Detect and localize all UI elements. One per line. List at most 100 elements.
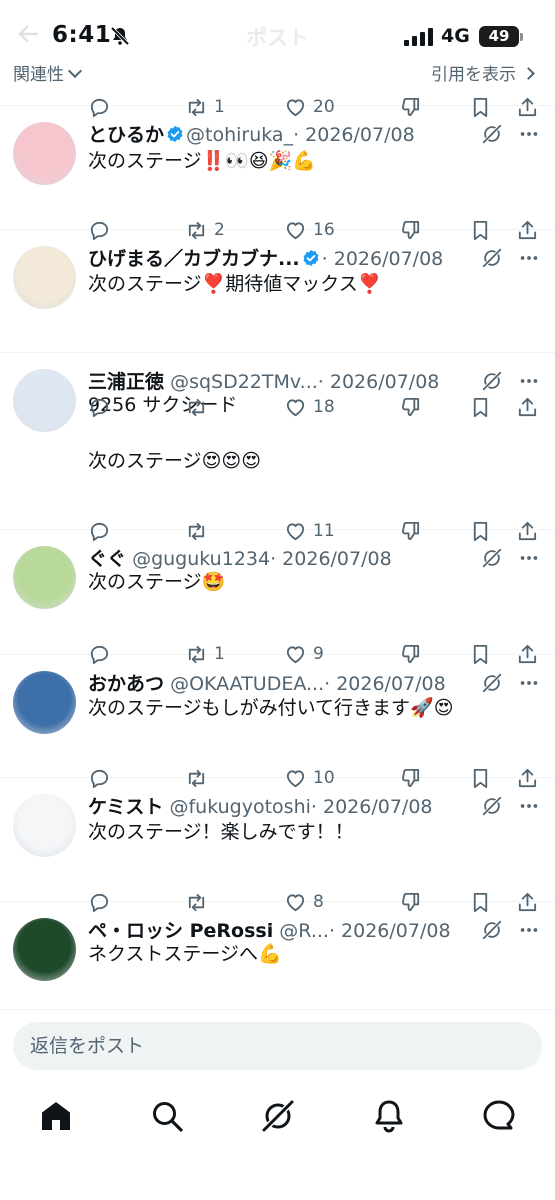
repost-button[interactable] xyxy=(185,887,208,917)
author-name[interactable]: とひるか xyxy=(88,124,164,146)
repost-button[interactable] xyxy=(185,763,208,793)
dislike-button[interactable] xyxy=(399,92,422,122)
like-button[interactable]: 20 xyxy=(284,92,335,122)
dislike-button[interactable] xyxy=(399,763,422,793)
avatar[interactable] xyxy=(13,369,76,432)
grok-icon[interactable] xyxy=(481,795,503,817)
author-name[interactable]: おかあつ xyxy=(88,673,164,695)
like-button[interactable]: 16 xyxy=(284,215,335,245)
author-handle[interactable]: @sqSD22TMv... xyxy=(170,371,318,393)
avatar[interactable] xyxy=(13,246,76,309)
share-button[interactable] xyxy=(516,516,539,546)
more-icon[interactable] xyxy=(518,370,540,392)
dislike-button[interactable] xyxy=(399,516,422,546)
bookmark-button[interactable] xyxy=(469,215,492,245)
post-date[interactable]: · 2026/07/08 xyxy=(311,796,433,818)
grok-icon[interactable] xyxy=(260,1098,296,1134)
reply-button[interactable] xyxy=(88,763,111,793)
avatar[interactable] xyxy=(13,794,76,857)
more-icon[interactable] xyxy=(518,672,540,694)
grok-icon[interactable] xyxy=(481,919,503,941)
like-button[interactable]: 8 xyxy=(284,887,324,917)
bookmark-button[interactable] xyxy=(469,763,492,793)
more-icon[interactable] xyxy=(518,547,540,569)
like-button[interactable]: 10 xyxy=(284,763,335,793)
post-date[interactable]: · 2026/07/08 xyxy=(329,920,451,942)
author-name[interactable]: ぐぐ xyxy=(88,548,126,570)
dislike-button[interactable] xyxy=(399,887,422,917)
home-icon[interactable] xyxy=(38,1098,74,1134)
author-name[interactable]: ケミスト xyxy=(88,796,163,818)
avatar[interactable] xyxy=(13,122,76,185)
reply-post[interactable]: ひげまる／カブカブナ... · 2026/07/08 次のステージ❣️期待値マックス… xyxy=(0,220,555,353)
sort-relevance-dropdown[interactable]: 関連性 xyxy=(13,60,83,85)
reply-button[interactable] xyxy=(88,887,111,917)
reply-post[interactable]: ケミスト @fukugyotoshi· 2026/07/08 次のステージ！楽しみ… xyxy=(0,768,555,902)
reply-post[interactable]: ペ・ロッシ PeRossi @R...· 2026/07/08 ネクストステージへ… xyxy=(0,892,555,1010)
grok-icon[interactable] xyxy=(481,123,503,145)
reply-post[interactable]: とひるか @tohiruka_· 2026/07/08 次のステージ‼️👀😆🎉💪 1 2… xyxy=(0,97,555,230)
author-name[interactable]: 三浦正徳 xyxy=(88,371,164,393)
repost-button[interactable]: 2 xyxy=(185,215,225,245)
more-icon[interactable] xyxy=(518,795,540,817)
post-date[interactable]: · 2026/07/08 xyxy=(270,548,392,570)
reply-button[interactable] xyxy=(88,215,111,245)
reply-post[interactable]: ぐぐ @guguku1234· 2026/07/08 次のステージ🤩 11 xyxy=(0,521,555,655)
bookmark-button[interactable] xyxy=(469,92,492,122)
like-button[interactable]: 9 xyxy=(284,639,324,669)
author-handle[interactable]: @OKAATUDEA... xyxy=(170,673,324,695)
author-name[interactable]: ペ・ロッシ PeRossi xyxy=(88,920,273,942)
grok-icon[interactable] xyxy=(481,370,503,392)
share-button[interactable] xyxy=(516,887,539,917)
notifications-icon[interactable] xyxy=(371,1098,407,1134)
like-button[interactable]: 18 xyxy=(284,392,335,422)
post-date[interactable]: · 2026/07/08 xyxy=(322,248,444,270)
author-handle[interactable]: @fukugyotoshi xyxy=(169,796,310,818)
reply-post[interactable]: おかあつ @OKAATUDEA...· 2026/07/08 次のステージもしがみ… xyxy=(0,644,555,778)
share-button[interactable] xyxy=(516,392,539,422)
post-date[interactable]: · 2026/07/08 xyxy=(324,673,446,695)
bookmark-button[interactable] xyxy=(469,516,492,546)
author-handle[interactable]: @R... xyxy=(279,920,329,942)
share-button[interactable] xyxy=(516,763,539,793)
repost-button[interactable]: 1 xyxy=(185,639,225,669)
bookmark-button[interactable] xyxy=(469,887,492,917)
more-icon[interactable] xyxy=(518,123,540,145)
like-button[interactable]: 11 xyxy=(284,516,335,546)
more-icon[interactable] xyxy=(518,247,540,269)
dislike-button[interactable] xyxy=(399,215,422,245)
avatar[interactable] xyxy=(13,671,76,734)
reply-input[interactable]: 返信をポスト xyxy=(13,1022,542,1070)
author-handle[interactable]: @tohiruka_ xyxy=(186,124,293,146)
avatar[interactable] xyxy=(13,918,76,981)
repost-button[interactable] xyxy=(185,516,208,546)
search-icon[interactable] xyxy=(149,1098,185,1134)
author-name[interactable]: ひげまる／カブカブナ... xyxy=(88,248,300,270)
back-arrow-icon[interactable] xyxy=(18,24,40,44)
dislike-button[interactable] xyxy=(399,639,422,669)
dislike-button[interactable] xyxy=(399,392,422,422)
reply-button[interactable] xyxy=(88,639,111,669)
more-icon[interactable] xyxy=(518,919,540,941)
bookmark-button[interactable] xyxy=(469,392,492,422)
share-button[interactable] xyxy=(516,215,539,245)
post-header: ひげまる／カブカブナ... · 2026/07/08 xyxy=(88,244,475,270)
grok-icon[interactable] xyxy=(481,247,503,269)
grok-icon[interactable] xyxy=(481,547,503,569)
author-handle[interactable]: @guguku1234 xyxy=(132,548,270,570)
share-button[interactable] xyxy=(516,92,539,122)
post-date[interactable]: · 2026/07/08 xyxy=(293,124,415,146)
reply-button[interactable] xyxy=(88,392,111,422)
bookmark-button[interactable] xyxy=(469,639,492,669)
show-quotes-link[interactable]: 引用を表示 xyxy=(431,60,535,85)
reply-button[interactable] xyxy=(88,516,111,546)
post-date[interactable]: · 2026/07/08 xyxy=(318,371,440,393)
avatar[interactable] xyxy=(13,546,76,609)
grok-icon[interactable] xyxy=(481,672,503,694)
share-button[interactable] xyxy=(516,639,539,669)
reply-post[interactable]: 三浦正徳 @sqSD22TMv...· 2026/07/08 9256 サクシード… xyxy=(0,353,555,530)
reply-button[interactable] xyxy=(88,92,111,122)
messages-icon[interactable] xyxy=(481,1098,517,1134)
repost-button[interactable] xyxy=(185,392,208,422)
repost-button[interactable]: 1 xyxy=(185,92,225,122)
